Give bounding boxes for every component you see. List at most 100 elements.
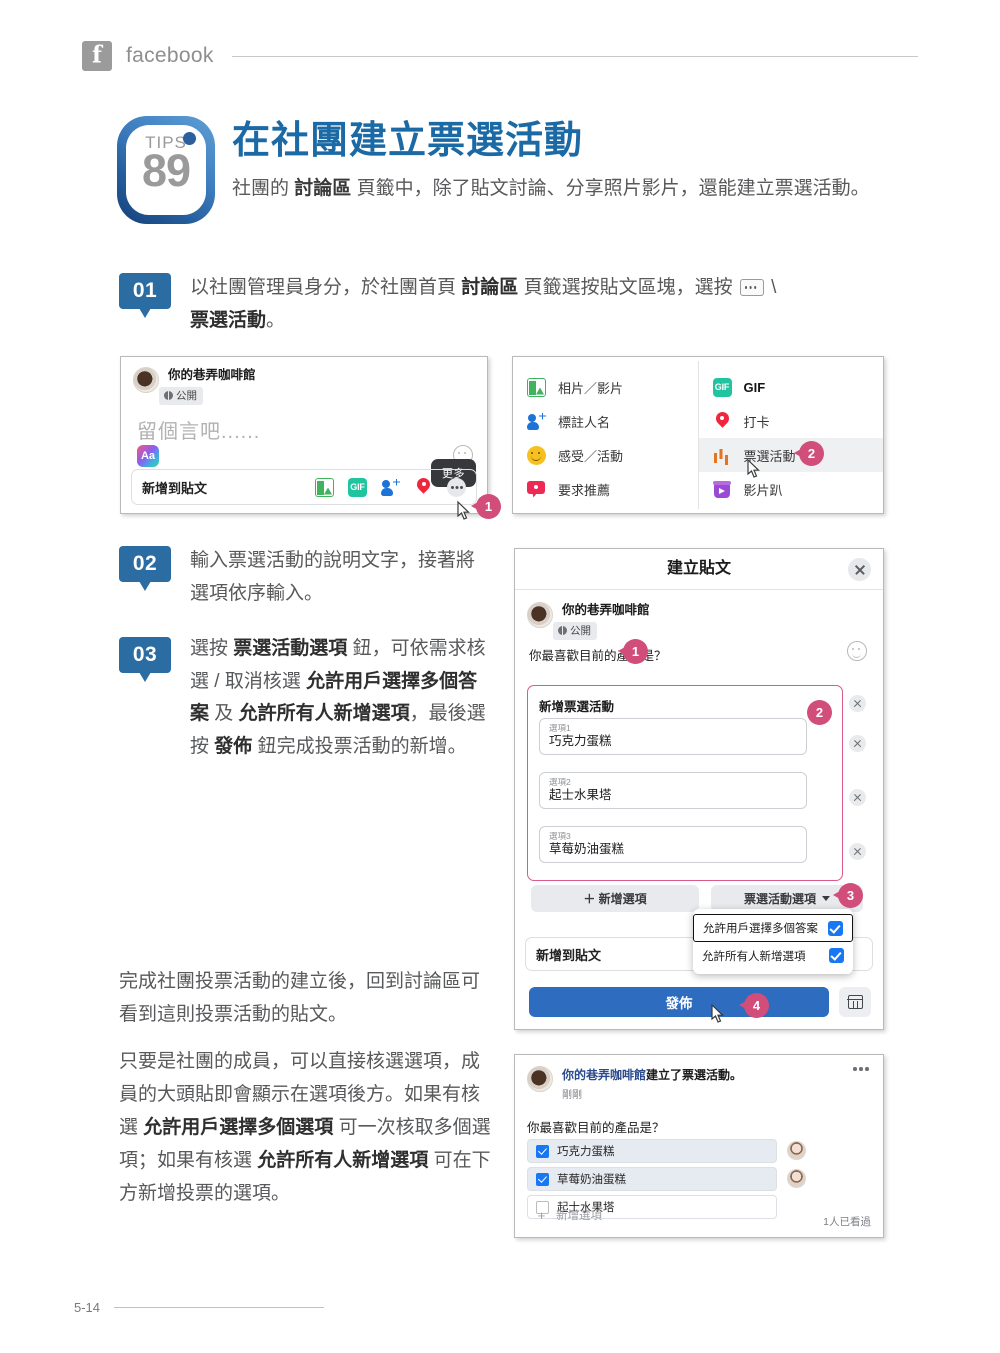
checkbox-checked-icon[interactable] [828, 920, 843, 936]
result-option-1[interactable]: 巧克力蛋糕 [527, 1139, 777, 1163]
add-option-label: ＋ 新增選項 [583, 892, 647, 906]
subtitle-emphasis: 討論區 [294, 178, 352, 199]
poll-option-label: 選項3 [549, 831, 571, 841]
poll-close-icon[interactable] [849, 695, 866, 712]
page-header: facebook [82, 38, 918, 74]
add-to-post-label: 新增到貼文 [536, 947, 602, 963]
callout-marker-options-3: 3 [833, 883, 863, 908]
tag-people-icon[interactable] [381, 478, 400, 497]
result-option-label: 草莓奶油蛋糕 [557, 1174, 626, 1186]
privacy-badge[interactable]: 公開 [159, 387, 203, 406]
callout-marker-2: 2 [794, 441, 824, 466]
step-badge-03: 03 [119, 637, 171, 682]
checkbox-checked-icon[interactable] [536, 1144, 549, 1158]
remove-option-1-icon[interactable] [849, 735, 866, 752]
create-post-dialog-screenshot: 建立貼文 你的巷弄咖啡館 公開 你最喜歡目前的產品是？ 新增票選活動 選項1 巧… [514, 548, 884, 1030]
dropdown-item-multi-answer[interactable]: 允許用戶選擇多個答案 [693, 914, 853, 942]
menu-item-label: 票選活動 [743, 448, 796, 464]
tip-number: 89 [141, 145, 191, 196]
poll-option-value: 巧克力蛋糕 [549, 734, 612, 749]
voter-avatar [787, 1169, 806, 1188]
dropdown-item-label: 允許用戶選擇多個答案 [703, 923, 818, 935]
checkbox-checked-icon[interactable] [829, 948, 844, 963]
poll-option-label: 選項2 [549, 777, 571, 787]
step-number-02: 02 [119, 546, 171, 582]
step03-emphasis-poll-options: 票選活動選項 [233, 638, 348, 659]
dropdown-item-label: 允許所有人新增選項 [702, 950, 806, 963]
schedule-button[interactable] [839, 987, 871, 1017]
more-options-icon[interactable] [853, 1067, 871, 1072]
menu-item-label: 標註人名 [558, 414, 611, 430]
plus-icon: + [537, 1207, 546, 1223]
text-format-button[interactable]: Aa [137, 445, 159, 467]
step-text-03: 選按 票選活動選項 鈕，可依需求核選 / 取消核選 允許用戶選擇多個答案 及 允… [190, 633, 490, 764]
menu-item-photo-video[interactable]: 相片／影片 [513, 370, 698, 404]
result-action-text: 建立了票選活動。 [646, 1068, 743, 1082]
page-footer: 5-14 [74, 1300, 324, 1315]
callout-marker-1: 1 [471, 494, 501, 519]
photo-video-icon[interactable] [315, 477, 334, 497]
callout-marker-post-1: 1 [618, 639, 648, 664]
poll-options-label: 票選活動選項 [743, 892, 816, 906]
step-badge-02: 02 [119, 546, 171, 591]
add-to-post-bar: 新增到貼文 GIF [131, 469, 477, 505]
attachment-menu-screenshot: 相片／影片 標註人名 感受／活動 要求推薦 GIF GIF 打卡 票選活動 影片… [512, 356, 884, 514]
composer-placeholder[interactable]: 留個言吧...... [137, 415, 260, 444]
emoji-icon[interactable] [847, 641, 867, 661]
add-option-button[interactable]: ＋ 新增選項 [531, 885, 699, 912]
avatar [527, 1066, 553, 1092]
poll-option-field-3[interactable]: 選項3 草莓奶油蛋糕 [539, 826, 807, 864]
calendar-icon [847, 995, 863, 1009]
close-icon[interactable] [848, 558, 871, 581]
result-question: 你最喜歡目前的產品是？ [527, 1121, 665, 1135]
menu-item-label: 影片趴 [743, 482, 783, 498]
poll-option-field-2[interactable]: 選項2 起士水果塔 [539, 772, 807, 810]
tag-people-icon [527, 412, 546, 431]
menu-item-label: GIF [743, 379, 766, 395]
add-to-post-label: 新增到貼文 [142, 480, 208, 496]
result-add-option-label: 新增選項 [556, 1210, 602, 1222]
dialog-page-name: 你的巷弄咖啡館 [562, 603, 650, 617]
remove-option-2-icon[interactable] [849, 789, 866, 806]
step01-emphasis-poll: 票選活動 [190, 309, 267, 331]
subtitle-part-c: 頁籤中，除了貼文討論、分享照片影片，還能建立票選活動。 [351, 178, 870, 199]
poll-option-field-1[interactable]: 選項1 巧克力蛋糕 [539, 718, 807, 756]
step-number-03: 03 [119, 637, 171, 673]
more-options-icon[interactable] [447, 477, 466, 497]
globe-icon [558, 626, 567, 636]
dialog-title: 建立貼文 [666, 560, 731, 577]
menu-item-label: 相片／影片 [558, 380, 624, 396]
ask-recommendation-icon [527, 480, 546, 499]
menu-item-tag-people[interactable]: 標註人名 [513, 404, 698, 438]
result-add-option[interactable]: + 新增選項 [527, 1203, 777, 1227]
poll-icon [713, 446, 732, 465]
poll-option-value: 起士水果塔 [549, 788, 612, 803]
location-icon[interactable] [414, 478, 433, 497]
step-badge-tail [139, 672, 151, 682]
remove-option-3-icon[interactable] [849, 843, 866, 860]
step01-part-a: 以社團管理員身分，於社團首頁 [190, 277, 462, 298]
brand-label: facebook [126, 44, 214, 67]
menu-item-watch-party[interactable]: 影片趴 [699, 472, 884, 506]
menu-item-feeling-activity[interactable]: 感受／活動 [513, 438, 698, 472]
gif-icon[interactable]: GIF [348, 477, 367, 497]
menu-item-ask-recommendation[interactable]: 要求推薦 [513, 472, 698, 506]
privacy-badge[interactable]: 公開 [553, 622, 597, 641]
dropdown-item-anyone-add[interactable]: 允許所有人新增選項 [693, 942, 853, 969]
menu-item-poll[interactable]: 票選活動 [698, 438, 883, 472]
result-page-name[interactable]: 你的巷弄咖啡館 [562, 1068, 646, 1082]
checkbox-checked-icon[interactable] [536, 1172, 549, 1186]
poll-option-value: 草莓奶油蛋糕 [549, 842, 625, 857]
step01-part-d: \ [765, 277, 777, 298]
menu-item-gif[interactable]: GIF GIF [699, 370, 884, 404]
publish-button[interactable]: 發佈 [529, 987, 829, 1017]
facebook-f-icon [82, 41, 112, 71]
page-subtitle: 社團的 討論區 頁籤中，除了貼文討論、分享照片影片，還能建立票選活動。 [232, 172, 904, 205]
poll-option-label: 選項1 [549, 723, 571, 733]
voter-avatar [787, 1141, 806, 1160]
result-option-2[interactable]: 草莓奶油蛋糕 [527, 1167, 777, 1191]
menu-item-check-in[interactable]: 打卡 [699, 404, 884, 438]
step-badge-tail [139, 308, 151, 318]
menu-item-label: 打卡 [743, 414, 770, 430]
result-option-label: 巧克力蛋糕 [557, 1146, 615, 1158]
